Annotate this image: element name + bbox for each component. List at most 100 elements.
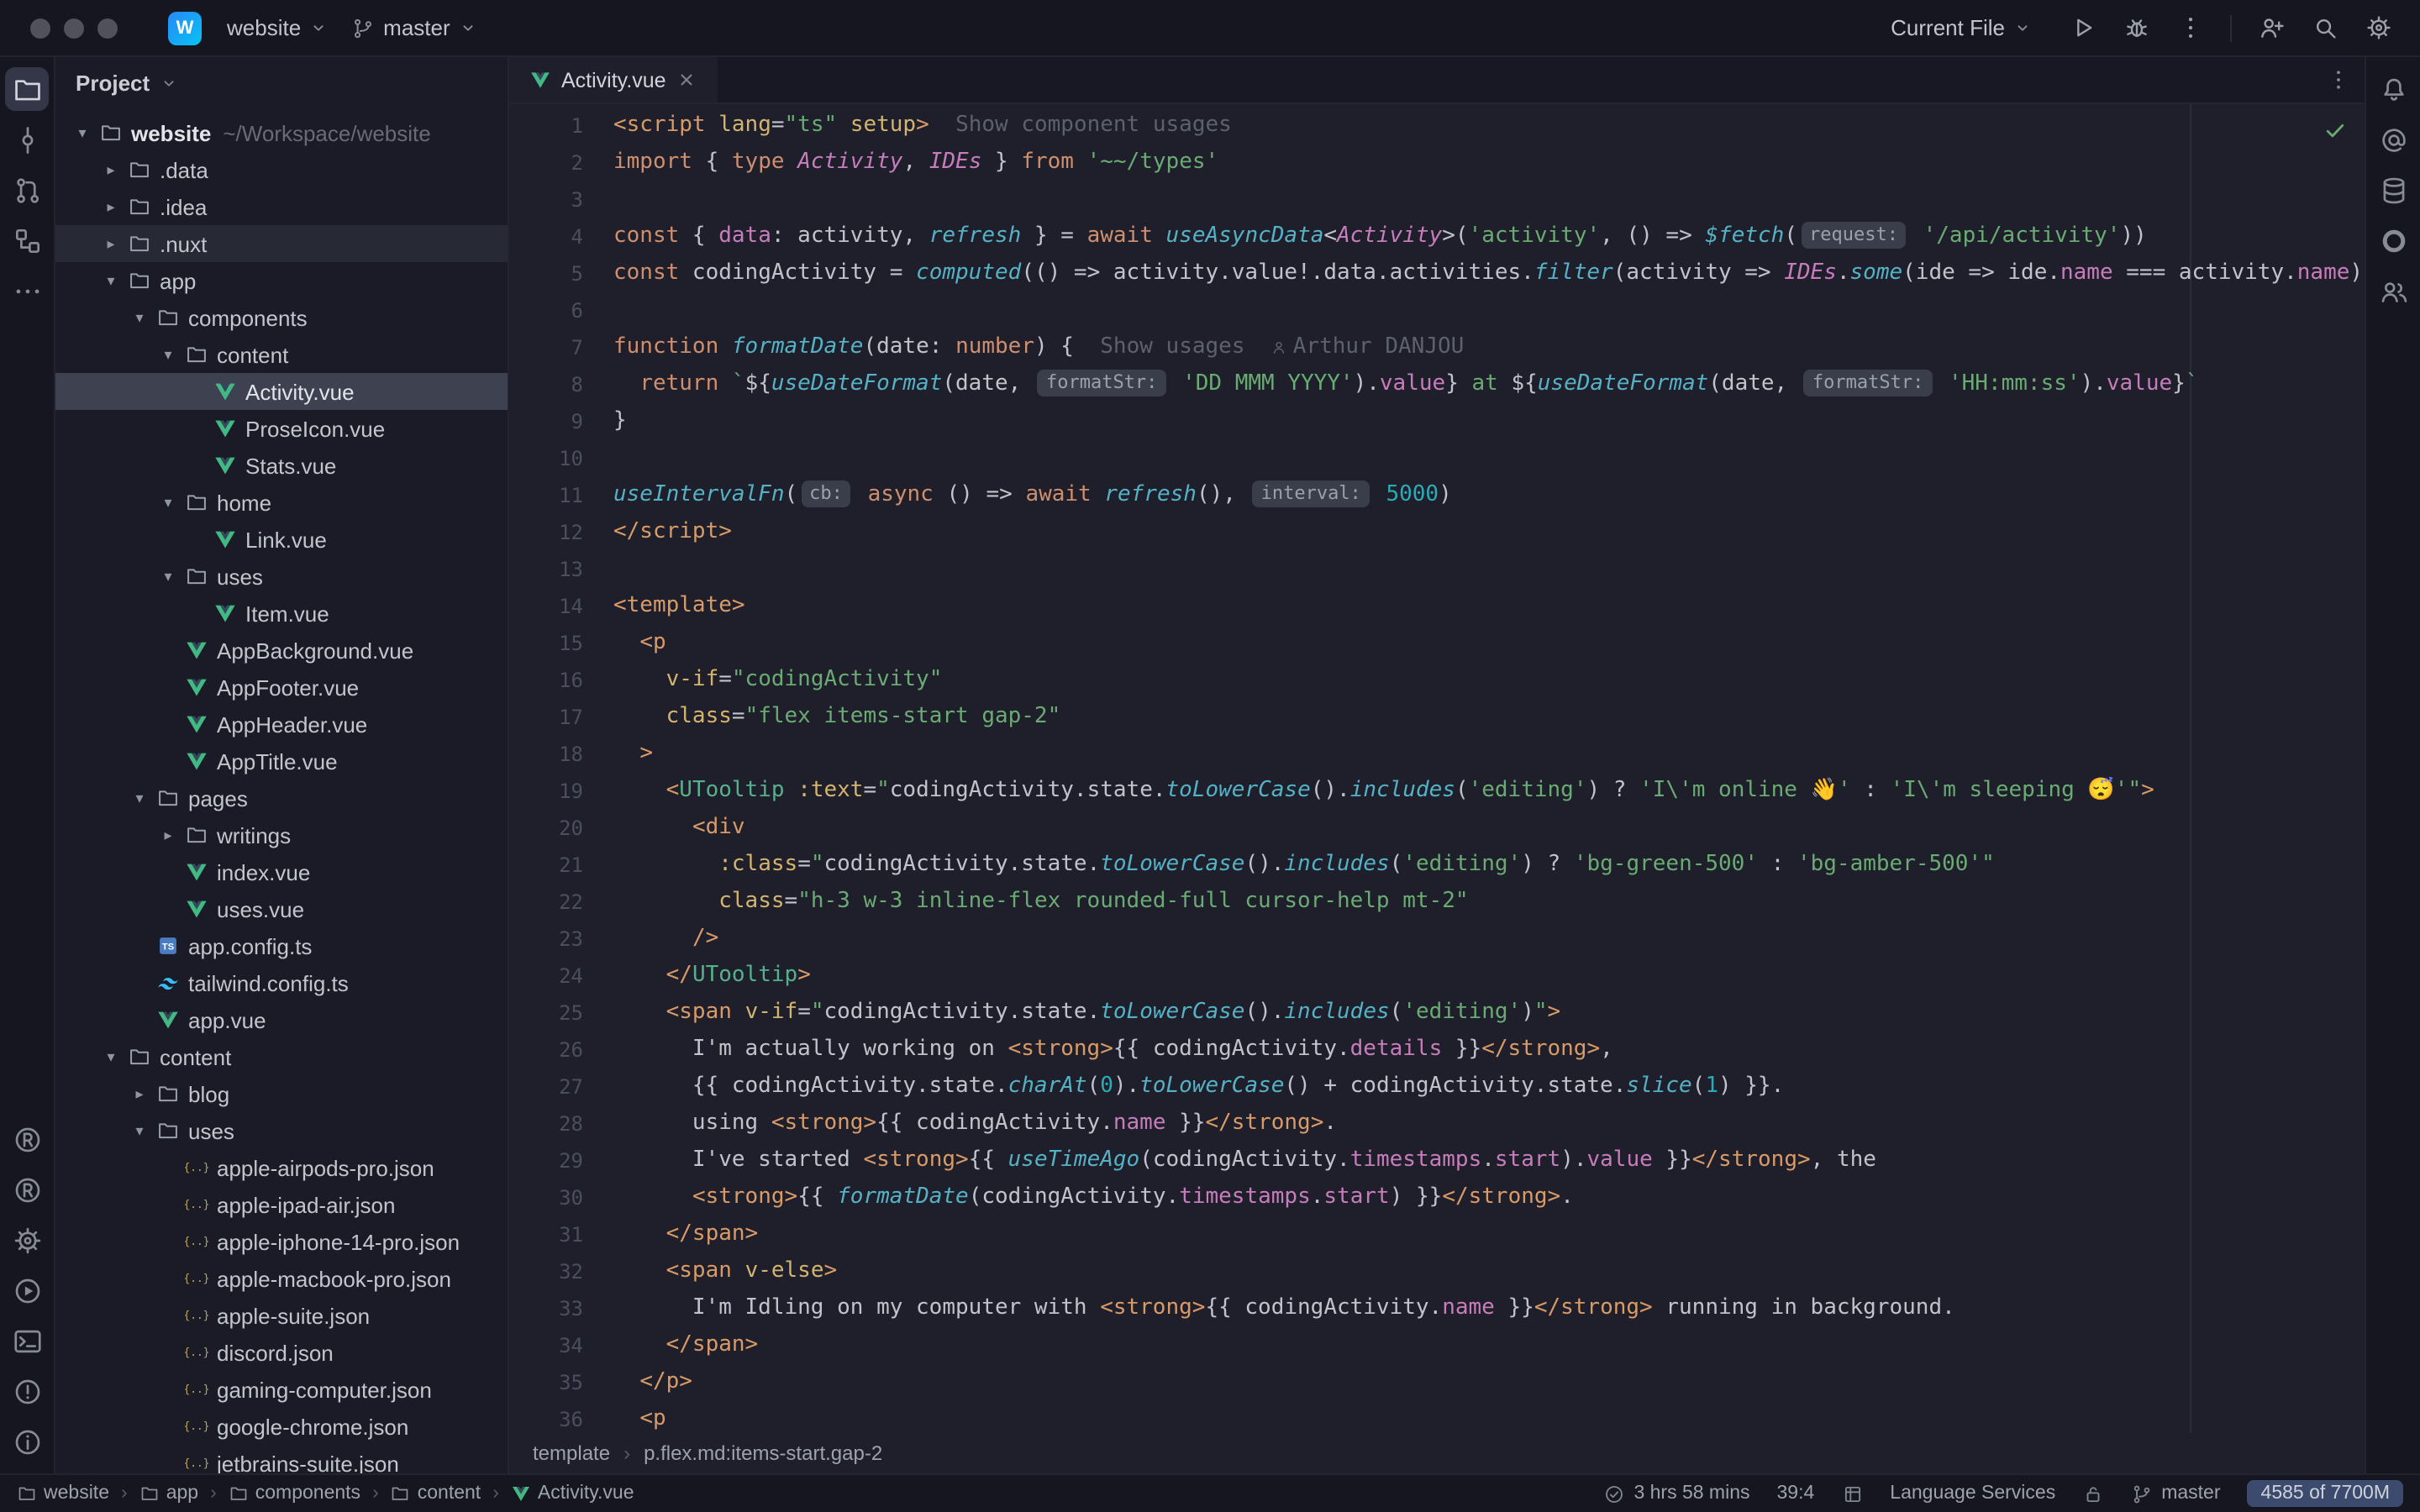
code-line-31[interactable]: 31 </span> [509, 1216, 2365, 1253]
code-line-23[interactable]: 23 /> [509, 921, 2365, 958]
tree-item-gaming-computer.json[interactable]: gaming-computer.json [55, 1371, 508, 1408]
collaboration-icon[interactable] [2371, 269, 2415, 312]
tree-item-google-chrome.json[interactable]: google-chrome.json [55, 1408, 508, 1445]
line-number[interactable]: 19 [509, 773, 583, 810]
chevron-expanded-icon[interactable]: ▾ [155, 567, 182, 585]
tree-item-website[interactable]: ▾website~/Workspace/website [55, 114, 508, 151]
line-number[interactable]: 33 [509, 1290, 583, 1327]
line-number[interactable]: 22 [509, 884, 583, 921]
tree-item-blog[interactable]: ▸blog [55, 1075, 508, 1112]
chevron-collapsed-icon[interactable]: ▸ [97, 160, 124, 179]
tree-item-apple-airpods-pro.json[interactable]: apple-airpods-pro.json [55, 1149, 508, 1186]
code-line-35[interactable]: 35 </p> [509, 1364, 2365, 1401]
tree-item-AppHeader.vue[interactable]: AppHeader.vue [55, 706, 508, 743]
line-number[interactable]: 16 [509, 662, 583, 699]
code-line-33[interactable]: 33 I'm Idling on my computer with <stron… [509, 1290, 2365, 1327]
tree-item-home[interactable]: ▾home [55, 484, 508, 521]
code-line-3[interactable]: 3 [509, 181, 2365, 218]
chevron-collapsed-icon[interactable]: ▸ [126, 1084, 153, 1103]
tab-options-icon[interactable] [2326, 67, 2351, 92]
run-configuration-selector[interactable]: Current File [1879, 10, 2044, 45]
todo-icon[interactable] [5, 1420, 49, 1463]
tree-item-discord.json[interactable]: discord.json [55, 1334, 508, 1371]
code-line-18[interactable]: 18 > [509, 736, 2365, 773]
chevron-expanded-icon[interactable]: ▾ [97, 271, 124, 290]
code-line-10[interactable]: 10 [509, 440, 2365, 477]
code-line-16[interactable]: 16 v-if="codingActivity" [509, 662, 2365, 699]
project-widget[interactable]: website [215, 10, 339, 45]
tree-item-pages[interactable]: ▾pages [55, 780, 508, 816]
run-button[interactable] [2069, 13, 2097, 42]
tree-item-app[interactable]: ▾app [55, 262, 508, 299]
settings-sync-icon[interactable] [5, 1218, 49, 1262]
lock-icon[interactable] [2082, 1483, 2104, 1504]
code-line-25[interactable]: 25 <span v-if="codingActivity.state.toLo… [509, 995, 2365, 1032]
code-line-34[interactable]: 34 </span> [509, 1327, 2365, 1364]
code-line-27[interactable]: 27 {{ codingActivity.state.charAt(0).toL… [509, 1068, 2365, 1105]
line-number[interactable]: 35 [509, 1364, 583, 1401]
line-number[interactable]: 31 [509, 1216, 583, 1253]
tree-item-content[interactable]: ▾content [55, 336, 508, 373]
chevron-collapsed-icon[interactable]: ▸ [97, 234, 124, 253]
more-actions-button[interactable] [2176, 13, 2205, 42]
tree-item-tailwind.config.ts[interactable]: tailwind.config.ts [55, 964, 508, 1001]
code-line-26[interactable]: 26 I'm actually working on <strong>{{ co… [509, 1032, 2365, 1068]
pull-requests-icon[interactable] [5, 168, 49, 212]
editor-config-icon[interactable] [1841, 1483, 1863, 1504]
code-line-28[interactable]: 28 using <strong>{{ codingActivity.name … [509, 1105, 2365, 1142]
tree-item-Activity.vue[interactable]: Activity.vue [55, 373, 508, 410]
line-number[interactable]: 2 [509, 144, 583, 181]
code-with-me-button[interactable] [2257, 13, 2286, 42]
status-path-content[interactable]: content [391, 1483, 481, 1504]
database-icon[interactable] [2371, 168, 2415, 212]
tree-item-uses[interactable]: ▾uses [55, 1112, 508, 1149]
line-number[interactable]: 26 [509, 1032, 583, 1068]
line-number[interactable]: 20 [509, 810, 583, 847]
code-line-29[interactable]: 29 I've started <strong>{{ useTimeAgo(co… [509, 1142, 2365, 1179]
code-line-22[interactable]: 22 class="h-3 w-3 inline-flex rounded-fu… [509, 884, 2365, 921]
problems-icon[interactable] [5, 1369, 49, 1413]
code-line-36[interactable]: 36 <p [509, 1401, 2365, 1433]
line-number[interactable]: 15 [509, 625, 583, 662]
code-line-5[interactable]: 5const codingActivity = computed(() => a… [509, 255, 2365, 292]
project-panel-header[interactable]: Project [55, 57, 508, 108]
line-number[interactable]: 34 [509, 1327, 583, 1364]
code-line-1[interactable]: 1<script lang="ts" setup> Show component… [509, 108, 2365, 144]
line-number[interactable]: 23 [509, 921, 583, 958]
search-everywhere-button[interactable] [2311, 13, 2339, 42]
chevron-collapsed-icon[interactable]: ▸ [155, 826, 182, 844]
wakatime-widget[interactable]: 3 hrs 58 mins [1603, 1483, 1749, 1504]
code-line-17[interactable]: 17 class="flex items-start gap-2" [509, 699, 2365, 736]
memory-indicator[interactable]: 4585 of 7700M [2248, 1480, 2403, 1507]
tree-item-uses.vue[interactable]: uses.vue [55, 890, 508, 927]
line-number[interactable]: 28 [509, 1105, 583, 1142]
line-number[interactable]: 18 [509, 736, 583, 773]
line-number[interactable]: 5 [509, 255, 583, 292]
code-line-7[interactable]: 7function formatDate(date: number) { Sho… [509, 329, 2365, 366]
vcs-widget[interactable]: master [339, 10, 488, 45]
chevron-expanded-icon[interactable]: ▾ [155, 493, 182, 512]
line-number[interactable]: 13 [509, 551, 583, 588]
tree-item-jetbrains-suite.json[interactable]: jetbrains-suite.json [55, 1445, 508, 1473]
usages-hint[interactable]: Show usages [1100, 334, 1244, 360]
line-number[interactable]: 21 [509, 847, 583, 884]
line-number[interactable]: 36 [509, 1401, 583, 1433]
line-number[interactable]: 29 [509, 1142, 583, 1179]
code-line-8[interactable]: 8 return `${useDateFormat(date, formatSt… [509, 366, 2365, 403]
tree-item-AppTitle.vue[interactable]: AppTitle.vue [55, 743, 508, 780]
line-number[interactable]: 8 [509, 366, 583, 403]
tree-item-.data[interactable]: ▸.data [55, 151, 508, 188]
line-number[interactable]: 24 [509, 958, 583, 995]
code-editor[interactable]: 1<script lang="ts" setup> Show component… [509, 104, 2365, 1433]
line-number[interactable]: 27 [509, 1068, 583, 1105]
line-number[interactable]: 3 [509, 181, 583, 218]
code-line-11[interactable]: 11useIntervalFn(cb: async () => await re… [509, 477, 2365, 514]
ai-assistant-icon[interactable] [2371, 118, 2415, 161]
usages-hint[interactable]: Show component usages [955, 113, 1232, 138]
tree-item-ProseIcon.vue[interactable]: ProseIcon.vue [55, 410, 508, 447]
tree-item-app.vue[interactable]: app.vue [55, 1001, 508, 1038]
code-line-15[interactable]: 15 <p [509, 625, 2365, 662]
code-line-6[interactable]: 6 [509, 292, 2365, 329]
tree-item-content[interactable]: ▾content [55, 1038, 508, 1075]
line-number[interactable]: 30 [509, 1179, 583, 1216]
